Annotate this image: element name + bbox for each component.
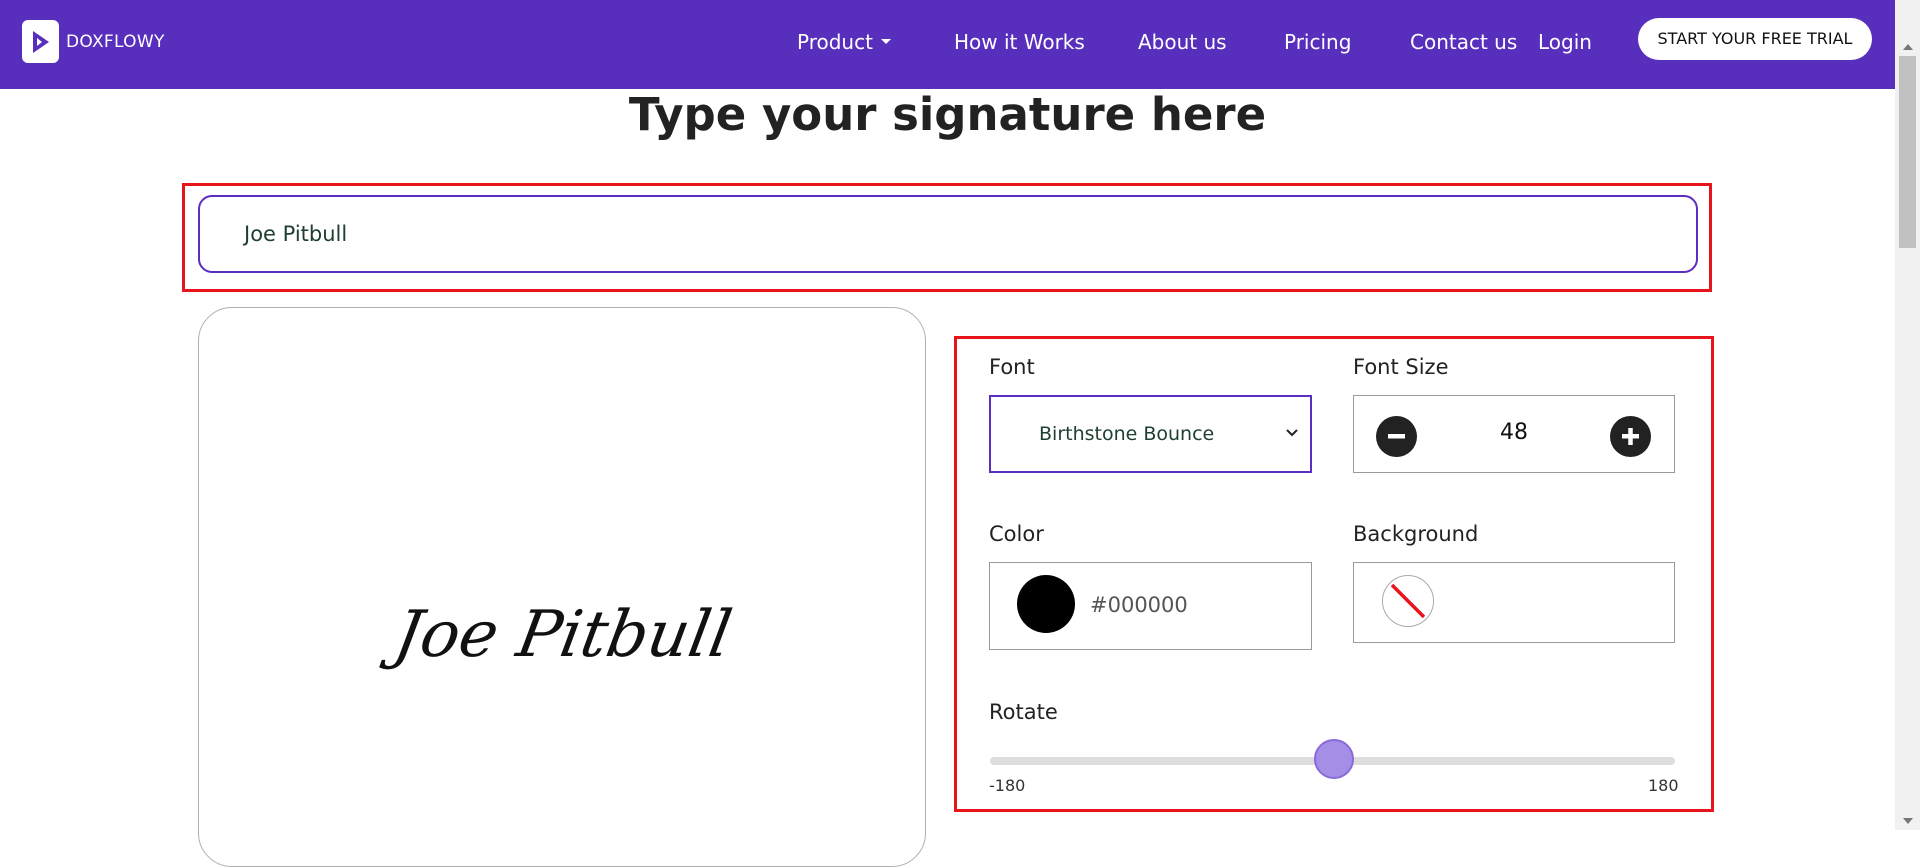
rotate-label: Rotate xyxy=(989,700,1058,724)
color-hex-value[interactable]: #000000 xyxy=(1090,563,1188,647)
font-select-value: Birthstone Bounce xyxy=(1039,423,1215,445)
decrease-font-size-button[interactable] xyxy=(1376,416,1417,457)
scroll-thumb[interactable] xyxy=(1899,56,1916,248)
rotate-min-label: -180 xyxy=(989,776,1026,795)
font-size-stepper: 48 xyxy=(1353,395,1675,473)
nav-how-it-works[interactable]: How it Works xyxy=(954,30,1085,54)
start-free-trial-button[interactable]: START YOUR FREE TRIAL xyxy=(1638,18,1872,60)
logo-text[interactable]: DOXFLOWY xyxy=(66,32,165,52)
nav-about-us[interactable]: About us xyxy=(1138,30,1227,54)
increase-font-size-button[interactable] xyxy=(1610,416,1651,457)
signature-preview-text: Joe Pitbull xyxy=(389,598,737,672)
nav-login[interactable]: Login xyxy=(1538,30,1592,54)
nav-pricing[interactable]: Pricing xyxy=(1284,30,1351,54)
rotate-slider-thumb[interactable] xyxy=(1313,739,1354,779)
logo-icon[interactable] xyxy=(22,20,59,63)
signature-text-input[interactable]: Joe Pitbull xyxy=(198,195,1698,273)
nav-product[interactable]: Product xyxy=(797,30,891,54)
font-label: Font xyxy=(989,355,1035,379)
page-scrollbar[interactable] xyxy=(1895,0,1920,830)
chevron-down-icon xyxy=(1286,429,1298,437)
plus-icon xyxy=(1622,428,1639,445)
nav-product-label: Product xyxy=(797,30,873,54)
page-title: Type your signature here xyxy=(628,88,1267,141)
nav-contact-us[interactable]: Contact us xyxy=(1410,30,1517,54)
color-label: Color xyxy=(989,522,1044,546)
background-picker[interactable] xyxy=(1353,562,1675,643)
scroll-up-arrow-icon[interactable] xyxy=(1903,44,1913,50)
top-navbar: DOXFLOWY Product How it Works About us P… xyxy=(0,0,1895,89)
caret-down-icon xyxy=(880,39,891,44)
background-label: Background xyxy=(1353,522,1479,546)
rotate-max-label: 180 xyxy=(1648,776,1679,795)
color-swatch[interactable] xyxy=(1017,575,1075,633)
font-size-label: Font Size xyxy=(1353,355,1449,379)
font-select[interactable]: Birthstone Bounce xyxy=(989,395,1312,473)
no-background-icon[interactable] xyxy=(1382,575,1434,627)
signature-preview-panel: Joe Pitbull xyxy=(198,307,926,867)
minus-icon xyxy=(1388,434,1405,439)
color-picker[interactable]: #000000 xyxy=(989,562,1312,650)
scroll-down-arrow-icon[interactable] xyxy=(1903,818,1913,824)
